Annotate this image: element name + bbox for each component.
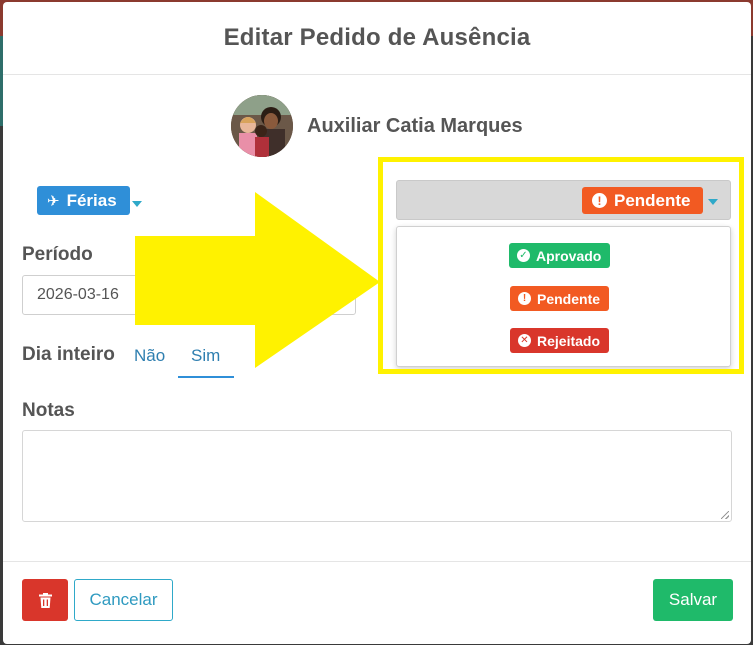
airplane-icon: ✈ [47,192,60,210]
absence-type-select[interactable]: ✈ Férias [37,186,130,215]
absence-type-label: Férias [66,190,117,210]
delete-button[interactable] [22,579,68,621]
dialog-header: Editar Pedido de Ausência [3,2,751,75]
resize-handle[interactable] [721,511,729,519]
cancel-button[interactable]: Cancelar [74,579,173,621]
notes-label: Notas [22,400,75,421]
footer-divider [3,561,751,562]
notes-textarea[interactable] [22,430,732,522]
period-label: Período [22,244,93,265]
annotation-highlight-box [378,157,744,374]
dialog-title: Editar Pedido de Ausência [223,24,531,51]
selected-option-indicator [178,376,234,378]
avatar [231,95,293,157]
start-date-value: 2026-03-16 [37,286,119,303]
trash-icon [38,592,52,608]
employee-info: Auxiliar Catia Marques [231,95,523,157]
save-button[interactable]: Salvar [653,579,733,621]
employee-name: Auxiliar Catia Marques [307,114,523,137]
annotation-arrow-icon [135,192,380,368]
all-day-label: Dia inteiro [22,344,115,365]
